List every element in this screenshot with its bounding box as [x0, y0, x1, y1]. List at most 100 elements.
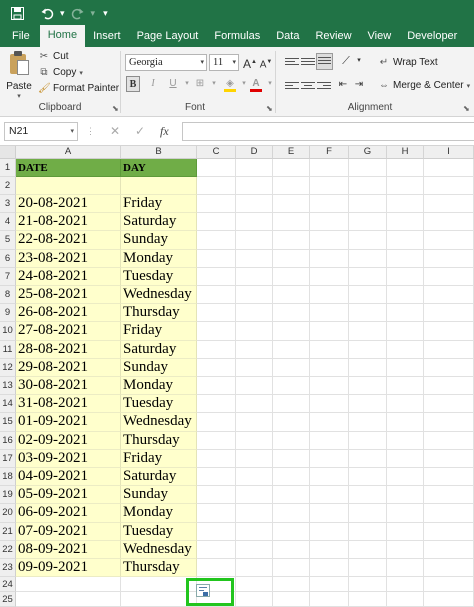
- cell-b6[interactable]: Monday: [121, 249, 197, 268]
- cell-c19[interactable]: [197, 486, 236, 505]
- cell-c23[interactable]: [197, 559, 236, 578]
- cell-h18[interactable]: [387, 468, 424, 487]
- cell-i1[interactable]: [424, 159, 474, 177]
- cell-g9[interactable]: [349, 304, 387, 323]
- row-header-9[interactable]: 9: [0, 304, 16, 323]
- redo-icon[interactable]: [67, 2, 89, 24]
- cell-h6[interactable]: [387, 249, 424, 268]
- cell-c22[interactable]: [197, 540, 236, 559]
- tab-data[interactable]: Data: [268, 26, 307, 47]
- cell-h11[interactable]: [387, 340, 424, 359]
- tab-formulas[interactable]: Formulas: [206, 26, 268, 47]
- cell-f24[interactable]: [310, 577, 349, 593]
- cell-h21[interactable]: [387, 522, 424, 541]
- cell-g3[interactable]: [349, 195, 387, 214]
- cell-h1[interactable]: [387, 159, 424, 177]
- cell-g4[interactable]: [349, 213, 387, 232]
- select-all-button[interactable]: [0, 146, 16, 159]
- increase-indent-icon[interactable]: ⇥: [352, 77, 366, 93]
- cell-d2[interactable]: [236, 177, 273, 195]
- cell-d16[interactable]: [236, 431, 273, 450]
- cell-f18[interactable]: [310, 468, 349, 487]
- cell-c16[interactable]: [197, 431, 236, 450]
- column-header-d[interactable]: D: [236, 146, 273, 159]
- undo-icon[interactable]: [36, 2, 58, 24]
- cell-f8[interactable]: [310, 286, 349, 305]
- font-name-dropdown-icon[interactable]: ▾: [200, 55, 204, 70]
- cell-i11[interactable]: [424, 340, 474, 359]
- cell-i25[interactable]: [424, 592, 474, 607]
- row-header-14[interactable]: 14: [0, 395, 16, 414]
- cell-f20[interactable]: [310, 504, 349, 523]
- customize-qat-icon[interactable]: ▾: [103, 8, 108, 19]
- cell-i15[interactable]: [424, 413, 474, 432]
- cell-e7[interactable]: [273, 267, 310, 286]
- cell-d14[interactable]: [236, 395, 273, 414]
- column-header-b[interactable]: B: [121, 146, 197, 159]
- cell-c10[interactable]: [197, 322, 236, 341]
- column-header-h[interactable]: H: [387, 146, 424, 159]
- cell-h17[interactable]: [387, 449, 424, 468]
- cell-g10[interactable]: [349, 322, 387, 341]
- cell-e12[interactable]: [273, 358, 310, 377]
- cell-b10[interactable]: Friday: [121, 322, 197, 341]
- cell-f1[interactable]: [310, 159, 349, 177]
- cell-c4[interactable]: [197, 213, 236, 232]
- cell-f21[interactable]: [310, 522, 349, 541]
- cell-c14[interactable]: [197, 395, 236, 414]
- cell-f15[interactable]: [310, 413, 349, 432]
- top-align-icon[interactable]: [285, 56, 299, 68]
- underline-dropdown-icon[interactable]: ▾: [180, 76, 194, 92]
- copy-button[interactable]: ⧉ Copy ▾: [38, 67, 82, 78]
- cell-b7[interactable]: Tuesday: [121, 267, 197, 286]
- bottom-align-icon[interactable]: [316, 53, 333, 70]
- cancel-icon[interactable]: ✕: [110, 122, 120, 141]
- cell-d25[interactable]: [236, 592, 273, 607]
- cell-d6[interactable]: [236, 249, 273, 268]
- cell-c7[interactable]: [197, 267, 236, 286]
- cell-d21[interactable]: [236, 522, 273, 541]
- alignment-launcher-icon[interactable]: ⬊: [463, 104, 470, 113]
- quick-analysis-icon[interactable]: [196, 584, 210, 597]
- cell-e10[interactable]: [273, 322, 310, 341]
- cell-b18[interactable]: Saturday: [121, 468, 197, 487]
- cell-e4[interactable]: [273, 213, 310, 232]
- cell-e14[interactable]: [273, 395, 310, 414]
- cell-e13[interactable]: [273, 377, 310, 396]
- cell-d22[interactable]: [236, 540, 273, 559]
- cell-e23[interactable]: [273, 559, 310, 578]
- cell-a6[interactable]: 23-08-2021: [16, 249, 121, 268]
- row-header-18[interactable]: 18: [0, 468, 16, 487]
- cell-h20[interactable]: [387, 504, 424, 523]
- cell-i17[interactable]: [424, 449, 474, 468]
- wrap-text-button[interactable]: ↵ Wrap Text: [378, 57, 438, 68]
- cell-h24[interactable]: [387, 577, 424, 593]
- cell-f6[interactable]: [310, 249, 349, 268]
- cell-b14[interactable]: Tuesday: [121, 395, 197, 414]
- cell-h23[interactable]: [387, 559, 424, 578]
- cell-a16[interactable]: 02-09-2021: [16, 431, 121, 450]
- cell-c2[interactable]: [197, 177, 236, 195]
- cell-b23[interactable]: Thursday: [121, 559, 197, 578]
- cell-a8[interactable]: 25-08-2021: [16, 286, 121, 305]
- cell-g15[interactable]: [349, 413, 387, 432]
- cell-a14[interactable]: 31-08-2021: [16, 395, 121, 414]
- formula-input[interactable]: [182, 122, 474, 141]
- cell-i23[interactable]: [424, 559, 474, 578]
- cell-a9[interactable]: 26-08-2021: [16, 304, 121, 323]
- cell-a15[interactable]: 01-09-2021: [16, 413, 121, 432]
- column-header-a[interactable]: A: [16, 146, 121, 159]
- cell-f11[interactable]: [310, 340, 349, 359]
- name-box-dropdown-icon[interactable]: ▾: [70, 123, 74, 140]
- save-icon[interactable]: [6, 2, 28, 24]
- cell-d13[interactable]: [236, 377, 273, 396]
- cell-c9[interactable]: [197, 304, 236, 323]
- cell-b22[interactable]: Wednesday: [121, 540, 197, 559]
- italic-button[interactable]: I: [146, 76, 160, 92]
- cell-g20[interactable]: [349, 504, 387, 523]
- cell-g7[interactable]: [349, 267, 387, 286]
- cell-i16[interactable]: [424, 431, 474, 450]
- row-header-1[interactable]: 1: [0, 159, 16, 177]
- cell-i3[interactable]: [424, 195, 474, 214]
- undo-dropdown-icon[interactable]: ▾: [60, 8, 65, 19]
